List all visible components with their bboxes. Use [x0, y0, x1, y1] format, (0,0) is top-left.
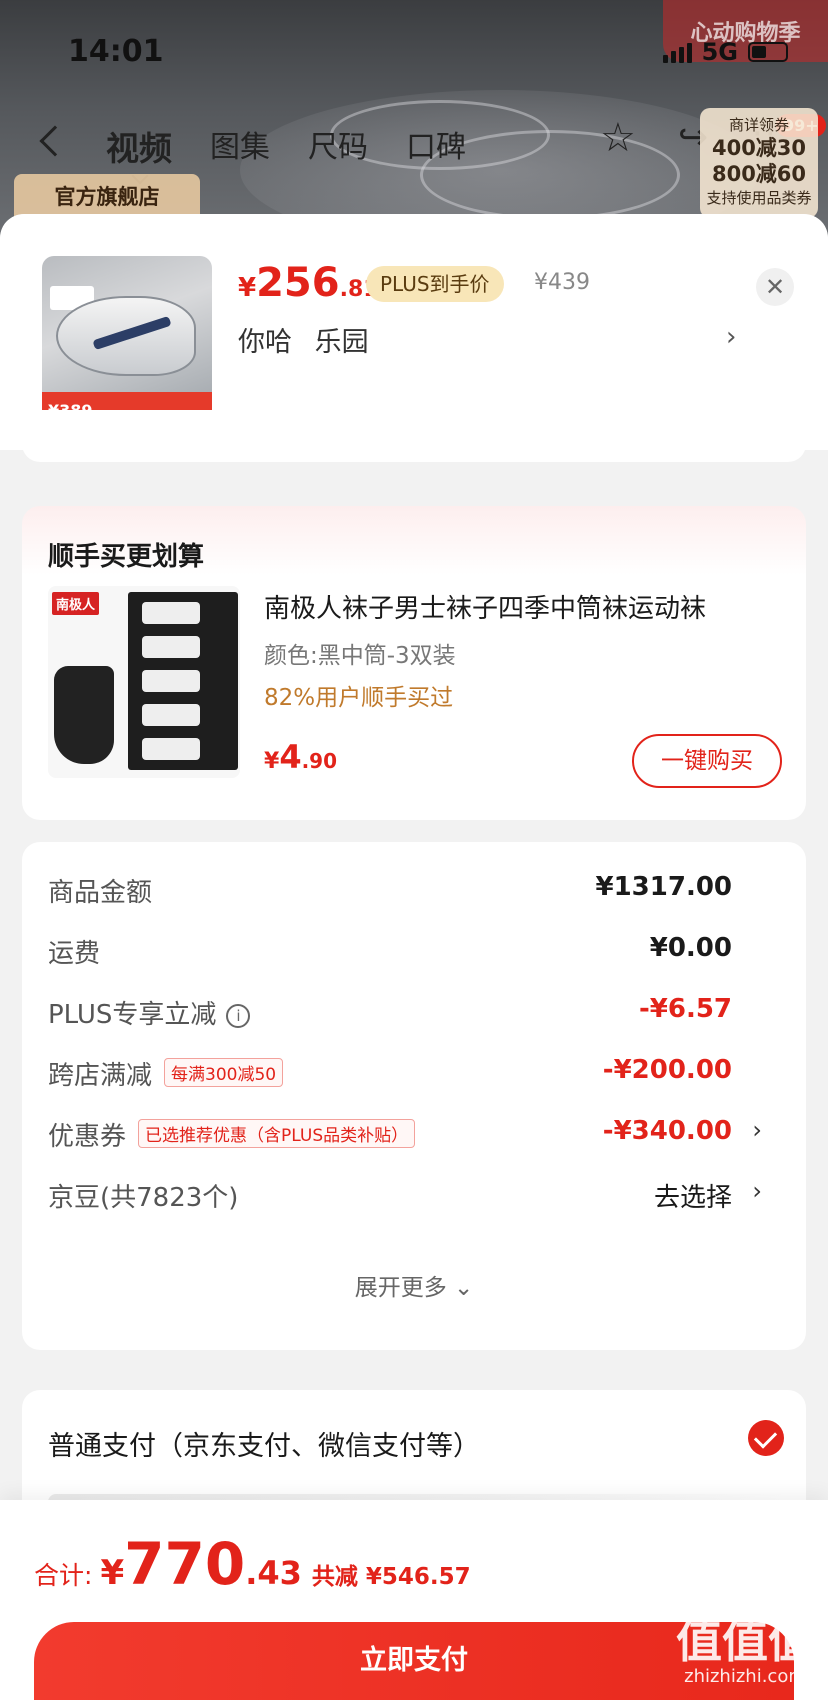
total-saved: 共减 ¥546.57	[311, 1564, 471, 1590]
chevron-right-icon[interactable]: ›	[752, 1116, 762, 1144]
close-icon[interactable]: ✕	[756, 268, 794, 306]
amount-label: 跨店满减 每满300减50	[48, 1055, 284, 1092]
back-icon[interactable]	[39, 125, 71, 157]
amount-value: -¥340.00	[602, 1116, 732, 1146]
sock-band	[142, 704, 200, 726]
sock-product-image[interactable]: 南极人	[48, 586, 240, 778]
nav-tabs: 视频 图集 尺码 口碑	[106, 122, 466, 170]
signal-icon	[662, 41, 692, 63]
info-icon[interactable]: i	[226, 1004, 251, 1028]
plus-price-pill: PLUS到手价	[366, 266, 504, 302]
tab-size[interactable]: 尺码	[308, 122, 368, 170]
sock-band	[142, 602, 200, 624]
status-time: 14:01	[68, 34, 164, 69]
tab-reviews[interactable]: 口碑	[406, 122, 466, 170]
total-integer: 770	[124, 1530, 246, 1598]
amount-value: -¥200.00	[602, 1055, 732, 1085]
discount-tag: 每满300减50	[164, 1058, 284, 1087]
product-spec[interactable]: 你哈 乐园	[238, 320, 369, 359]
star-icon[interactable]: ☆	[600, 118, 636, 158]
coupon-promo-box[interactable]: 商详领券 400减30 800减60 支持使用品类券	[700, 108, 818, 218]
amount-row-shipping: 运费 ¥0.00	[48, 931, 788, 971]
amount-value: ¥1317.00	[595, 872, 732, 902]
price-decimal: .90	[301, 749, 338, 773]
amount-row-cross-store: 跨店满减 每满300减50 -¥200.00	[48, 1053, 788, 1093]
price-integer: 256	[256, 260, 340, 306]
total-decimal: .43	[245, 1554, 302, 1592]
amount-label: 运费	[48, 939, 101, 969]
status-indicators: 5G	[662, 38, 788, 66]
expand-more-button[interactable]: 展开更多 ⌄	[22, 1268, 806, 1302]
price-currency: ¥	[264, 749, 280, 774]
together-buy-rate: 82%用户顺手买过	[264, 685, 454, 711]
site-watermark: 值值值 zhizhizhi.com	[676, 1618, 814, 1686]
amount-label-text: 跨店满减	[48, 1061, 153, 1091]
sock-band	[142, 738, 200, 760]
order-amounts-card: 商品金额 ¥1317.00 运费 ¥0.00 PLUS专享立减 i -¥6.57 …	[22, 842, 806, 1350]
chevron-right-icon[interactable]: ›	[752, 1177, 762, 1205]
amount-label: 商品金额	[48, 878, 153, 908]
amount-row-coupon[interactable]: 优惠券 已选推荐优惠（含PLUS品类补贴） -¥340.00 ›	[48, 1114, 788, 1154]
total-label: 合计:	[34, 1561, 93, 1590]
original-price: ¥439	[534, 270, 590, 295]
amount-label-text: PLUS专享立减	[48, 1000, 217, 1030]
coupon-tag: 已选推荐优惠（含PLUS品类补贴）	[138, 1119, 416, 1148]
tab-gallery[interactable]: 图集	[210, 122, 270, 170]
chevron-right-icon[interactable]: ›	[726, 322, 736, 352]
checkout-sheet: ¥389 ¥256.81 PLUS到手价 ¥439 ✕ 你哈 乐园 › 顺手买更…	[0, 214, 828, 1700]
order-total: 合计: ¥770.43 共减 ¥546.57	[34, 1530, 471, 1598]
promo-line-2: 800减60	[711, 162, 807, 186]
promo-title: 商详领券	[728, 116, 789, 134]
total-currency: ¥	[100, 1553, 125, 1593]
sock-band	[142, 636, 200, 658]
brand-logo: 南极人	[52, 592, 100, 615]
watermark-logo: 值值值	[676, 1614, 814, 1668]
check-icon[interactable]	[748, 1420, 784, 1456]
product-price: ¥256.81	[238, 260, 379, 306]
amount-value: ¥0.00	[649, 933, 732, 963]
amount-row-jd-beans[interactable]: 京豆(共7823个) 去选择 ›	[48, 1175, 788, 1215]
promo-note: 支持使用品类券	[706, 189, 812, 207]
amount-label-text: 优惠券	[48, 1122, 127, 1152]
product-thumbnail: ¥389	[42, 256, 212, 426]
watermark-site: zhizhizhi.com	[684, 1666, 806, 1687]
amount-row-plus-discount: PLUS专享立减 i -¥6.57	[48, 992, 788, 1032]
buy-together-title: 顺手买更划算	[48, 542, 205, 572]
together-price: ¥4.90	[264, 738, 337, 776]
amount-row-goods: 商品金额 ¥1317.00	[48, 870, 788, 910]
one-click-buy-button[interactable]: 一键购买	[632, 734, 782, 788]
tab-video[interactable]: 视频	[106, 122, 172, 170]
price-currency: ¥	[238, 273, 257, 303]
amount-label: 优惠券 已选推荐优惠（含PLUS品类补贴）	[48, 1116, 416, 1153]
amount-value: -¥6.57	[638, 994, 732, 1024]
amount-label: 京豆(共7823个)	[48, 1183, 239, 1213]
sock-shape	[54, 666, 114, 764]
together-product-spec: 颜色:黑中筒-3双装	[264, 643, 456, 669]
beans-select-link[interactable]: 去选择	[654, 1177, 732, 1214]
amount-label: PLUS专享立减 i	[48, 994, 251, 1031]
promo-line-1: 400减30	[711, 136, 807, 160]
together-product-name[interactable]: 南极人袜子男士袜子四季中筒袜运动袜	[264, 588, 790, 625]
battery-icon	[748, 42, 788, 62]
network-label: 5G	[701, 38, 738, 66]
buy-together-card: 顺手买更划算 南极人 南极人袜子男士袜子四季中筒袜运动袜 颜色:黑中筒-3双装 …	[22, 506, 806, 820]
payment-method-label[interactable]: 普通支付（京东支付、微信支付等）	[48, 1424, 480, 1463]
price-integer: 4	[279, 738, 302, 776]
previous-card-bottom	[22, 410, 806, 462]
sock-band	[142, 670, 200, 692]
